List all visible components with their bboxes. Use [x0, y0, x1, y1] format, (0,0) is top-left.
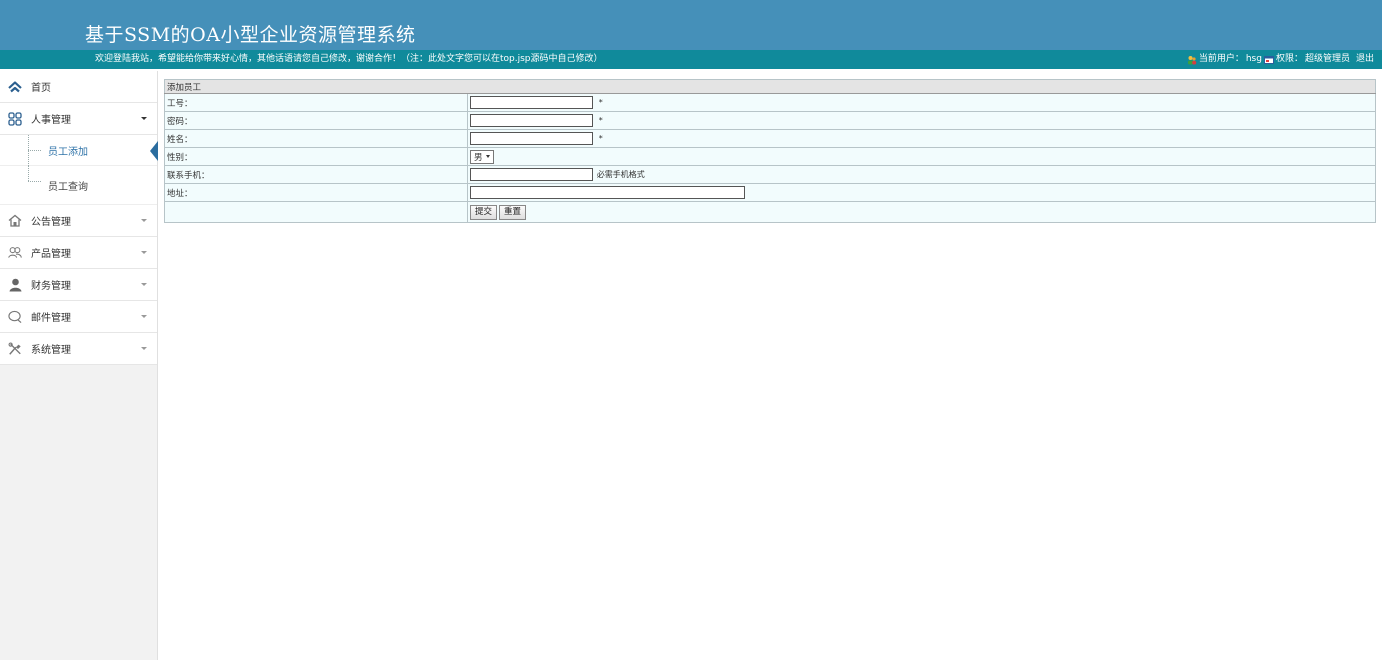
phone-hint: 必需手机格式 [596, 170, 645, 179]
sidebar-item-label: 产品管理 [31, 249, 71, 260]
add-employee-form: 添加员工 工号： * 密码： * 姓名： * 性别： 男 联系手机： 必需手机格… [164, 79, 1376, 223]
chevron-down-icon [141, 219, 147, 222]
current-user-name: hsg [1245, 54, 1262, 64]
name-label: 姓名： [164, 129, 468, 148]
address-label: 地址： [164, 183, 468, 202]
welcome-text: 欢迎登陆我站，希望能给你带来好心情，其他话语请您自己修改，谢谢合作！（注：此处文… [95, 54, 603, 64]
welcome-bar: 欢迎登陆我站，希望能给你带来好心情，其他话语请您自己修改，谢谢合作！（注：此处文… [0, 50, 1382, 69]
sidebar-item-product[interactable]: 产品管理 [0, 237, 157, 269]
gender-label: 性别： [164, 147, 468, 166]
required-mark: * [598, 116, 603, 125]
sidebar-item-notice[interactable]: 公告管理 [0, 205, 157, 237]
password-label: 密码： [164, 111, 468, 130]
house-icon [8, 214, 22, 228]
chevron-down-icon [141, 283, 147, 286]
form-caption: 添加员工 [164, 79, 1376, 94]
phone-input[interactable] [470, 168, 593, 181]
emp-no-label: 工号： [164, 93, 468, 112]
permission-icon [1263, 55, 1274, 64]
chat-icon [8, 310, 22, 324]
chevron-down-icon [141, 315, 147, 318]
user-info: 当前用户： hsg 权限： 超级管理员 退出 [1187, 50, 1374, 69]
address-input[interactable] [470, 186, 745, 199]
sidebar-subitem-query-employee[interactable]: 员工查询 [0, 166, 157, 205]
tree-line [28, 166, 44, 197]
sidebar-item-home[interactable]: 首页 [0, 71, 157, 103]
chevron-down-icon [485, 155, 490, 158]
chevron-down-icon [141, 251, 147, 254]
submit-button[interactable]: 提交 [470, 204, 498, 220]
gender-select[interactable]: 男 [470, 149, 494, 164]
required-mark: * [598, 98, 603, 107]
sidebar-subitem-label: 员工查询 [48, 181, 88, 193]
emp-no-input[interactable] [470, 96, 593, 109]
sidebar-item-label: 首页 [31, 83, 51, 94]
top-header: 基于SSM的OA小型企业资源管理系统 欢迎登陆我站，希望能给你带来好心情，其他话… [0, 0, 1382, 69]
sidebar-item-label: 人事管理 [31, 115, 71, 126]
sidebar-item-label: 公告管理 [31, 217, 71, 228]
phone-label: 联系手机： [164, 165, 468, 184]
sidebar-item-hr[interactable]: 人事管理 [0, 103, 157, 135]
sidebar-item-label: 财务管理 [31, 281, 71, 292]
permission-label: 权限： [1275, 54, 1303, 64]
user-icon [1187, 55, 1197, 64]
chevron-down-icon [141, 117, 147, 120]
sidebar-item-finance[interactable]: 财务管理 [0, 269, 157, 301]
users-icon [8, 246, 22, 260]
sidebar-item-mail[interactable]: 邮件管理 [0, 301, 157, 333]
logout-link[interactable]: 退出 [1356, 50, 1374, 69]
permission-value: 超级管理员 [1304, 54, 1350, 64]
reset-button[interactable]: 重置 [499, 204, 527, 220]
password-input[interactable] [470, 114, 593, 127]
active-indicator-icon [150, 141, 158, 161]
current-user-label: 当前用户： [1198, 54, 1244, 64]
sidebar-item-label: 邮件管理 [31, 313, 71, 324]
grid-icon [8, 111, 22, 126]
home-icon [8, 80, 22, 94]
tree-line [28, 135, 44, 166]
sidebar: 首页 人事管理 员工添加 员工查询 公告管理 产品管理 财务管理 邮件管理 系统… [0, 71, 158, 660]
name-input[interactable] [470, 132, 593, 145]
main-content: 添加员工 工号： * 密码： * 姓名： * 性别： 男 联系手机： 必需手机格… [164, 79, 1376, 223]
tools-icon [8, 342, 22, 356]
sidebar-item-system[interactable]: 系统管理 [0, 333, 157, 365]
gender-selected-value: 男 [474, 152, 483, 163]
person-icon [8, 278, 22, 292]
sidebar-item-label: 系统管理 [31, 345, 71, 356]
sidebar-subitem-add-employee[interactable]: 员工添加 [0, 135, 158, 166]
sidebar-subitem-label: 员工添加 [48, 146, 88, 158]
system-title: 基于SSM的OA小型企业资源管理系统 [85, 24, 416, 46]
required-mark: * [598, 134, 603, 143]
chevron-down-icon [141, 347, 147, 350]
